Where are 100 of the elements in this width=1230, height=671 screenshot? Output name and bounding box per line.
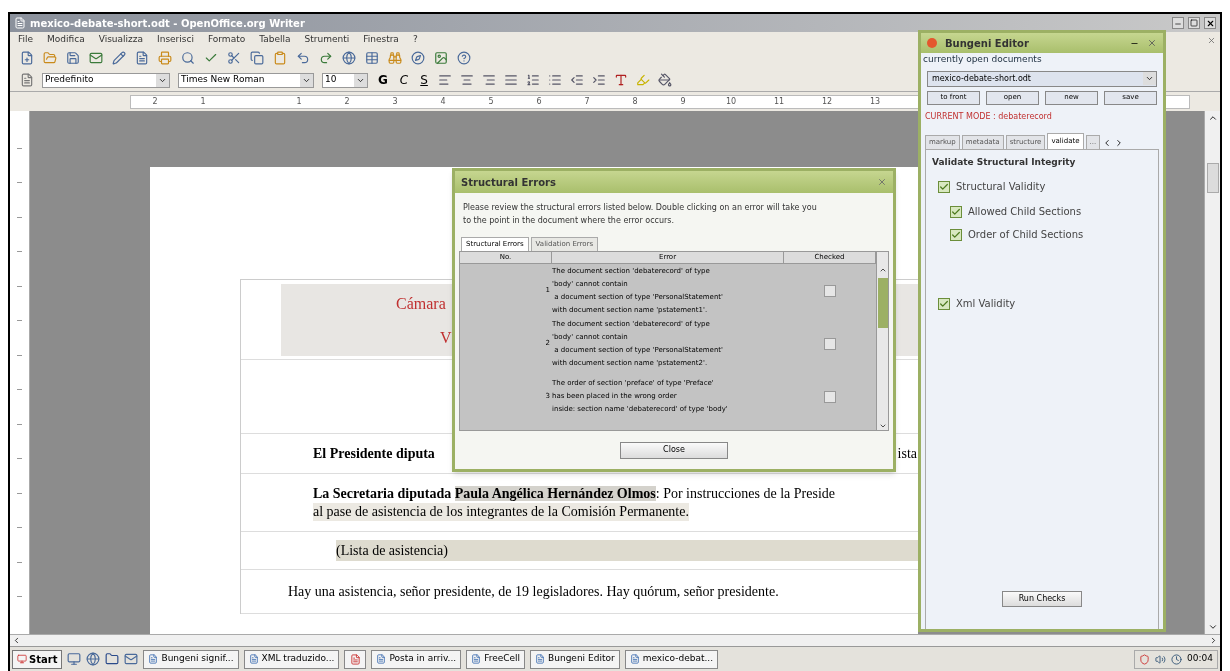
scroll-left-icon[interactable] [12, 636, 21, 645]
menu-item[interactable]: ? [412, 32, 418, 47]
checkbox[interactable] [938, 180, 950, 193]
horizontal-scrollbar[interactable] [10, 634, 1220, 646]
pencil-icon[interactable] [112, 51, 126, 65]
menu-item[interactable]: Tabella [259, 32, 291, 47]
close-button[interactable]: Close [620, 441, 728, 459]
scroll-up-icon[interactable] [1207, 113, 1218, 123]
bullet-list-icon[interactable] [547, 73, 562, 87]
scroll-thumb[interactable] [877, 278, 888, 328]
style-dropdown[interactable]: Predefinito [42, 72, 170, 88]
ruler-number: 10 [724, 95, 738, 108]
scissors-icon[interactable] [227, 51, 241, 65]
checkbox[interactable] [950, 228, 962, 241]
run-checks-button[interactable]: Run Checks [1002, 591, 1082, 607]
ruler-number: 7 [583, 95, 591, 108]
checkbox[interactable] [950, 205, 962, 218]
compass-icon[interactable] [411, 51, 425, 65]
menu-item[interactable]: Finestra [363, 32, 399, 47]
close-icon[interactable] [1207, 36, 1216, 45]
scroll-down-icon[interactable] [878, 422, 887, 430]
redo-icon[interactable] [319, 51, 333, 65]
clipboard-icon[interactable] [273, 51, 287, 65]
outdent-icon[interactable] [569, 73, 584, 87]
caret-icon[interactable] [156, 73, 169, 87]
caret-icon[interactable] [300, 73, 313, 87]
globe-icon[interactable] [86, 652, 101, 666]
check-label: Structural Validity [956, 180, 1046, 194]
menu-item[interactable]: Formato [207, 32, 246, 47]
task-button[interactable]: FreeCell [466, 649, 526, 669]
task-button[interactable]: XML traduzido... [243, 649, 340, 669]
align-center-icon[interactable] [459, 73, 474, 87]
table-icon[interactable] [365, 51, 379, 65]
align-right-icon[interactable] [481, 73, 496, 87]
image-icon[interactable] [434, 51, 448, 65]
menu-item[interactable]: Inserisci [157, 32, 194, 47]
clock-icon[interactable] [1171, 653, 1183, 665]
close-icon[interactable] [1147, 38, 1157, 48]
scroll-thumb[interactable] [1206, 163, 1219, 193]
font-color-icon[interactable] [613, 73, 628, 87]
vertical-scrollbar[interactable] [1204, 111, 1220, 634]
copy-icon[interactable] [250, 51, 264, 65]
folder-icon[interactable] [105, 652, 120, 666]
styles-icon[interactable] [20, 73, 34, 87]
task-button[interactable]: Posta in arriv... [371, 649, 462, 669]
task-button[interactable]: mexico-debat... [624, 649, 719, 669]
document-icon [248, 654, 259, 664]
caret-icon[interactable] [1143, 72, 1156, 85]
check-icon[interactable] [204, 51, 218, 65]
caret-icon[interactable] [354, 73, 367, 87]
close-button[interactable] [1204, 17, 1216, 29]
menu-item[interactable]: File [18, 32, 34, 47]
menu-item[interactable]: Strumenti [304, 32, 350, 47]
ruler-number: 8 [631, 95, 639, 108]
scroll-right-icon[interactable] [1209, 636, 1218, 645]
speaker-icon[interactable] [1155, 653, 1167, 665]
font-dropdown[interactable]: Times New Roman [178, 72, 314, 88]
scroll-up-icon[interactable] [878, 266, 887, 274]
checkbox[interactable] [824, 390, 836, 403]
close-icon[interactable] [877, 177, 887, 187]
ruler-number: 1 [295, 95, 303, 108]
paint-bucket-icon[interactable] [657, 73, 672, 87]
shield-icon[interactable] [1139, 653, 1151, 665]
checkbox[interactable] [938, 297, 950, 310]
save-icon[interactable] [66, 51, 80, 65]
minimize-button[interactable] [1172, 17, 1184, 29]
underline-button[interactable]: S [418, 71, 430, 89]
help-icon[interactable] [457, 51, 471, 65]
task-button[interactable]: Bungeni signif... [143, 649, 239, 669]
checkbox[interactable] [824, 284, 836, 297]
italic-button[interactable]: C [397, 71, 411, 89]
new-document-icon[interactable] [20, 51, 34, 65]
mail-icon[interactable] [89, 51, 103, 65]
mail-icon[interactable] [124, 652, 139, 666]
desktop-icon[interactable] [67, 652, 82, 666]
document-dropdown[interactable]: mexico-debate-short.odt [927, 70, 1157, 87]
size-dropdown[interactable]: 10 [322, 72, 368, 88]
table-scrollbar[interactable] [876, 252, 888, 430]
search-icon[interactable] [181, 51, 195, 65]
app-icon [14, 17, 26, 29]
indent-icon[interactable] [591, 73, 606, 87]
mode-text: CURRENT MODE : debaterecord [924, 110, 1053, 123]
checkbox[interactable] [824, 337, 836, 350]
menu-item[interactable]: Modifica [47, 32, 85, 47]
document-icon[interactable] [135, 51, 149, 65]
bold-button[interactable]: G [376, 71, 390, 89]
binoculars-icon[interactable] [388, 51, 402, 65]
numbered-list-icon[interactable] [525, 73, 540, 87]
start-button[interactable]: Start [12, 649, 63, 669]
task-button[interactable] [344, 649, 367, 669]
printer-icon[interactable] [158, 51, 172, 65]
scroll-down-icon[interactable] [1207, 622, 1218, 632]
undo-icon[interactable] [296, 51, 310, 65]
align-justify-icon[interactable] [503, 73, 518, 87]
globe-icon[interactable] [342, 51, 356, 65]
menu-item[interactable]: Visualizza [98, 32, 144, 47]
task-button[interactable]: Bungeni Editor [530, 649, 620, 669]
align-left-icon[interactable] [437, 73, 452, 87]
maximize-button[interactable] [1188, 17, 1200, 29]
document-icon [376, 654, 387, 664]
